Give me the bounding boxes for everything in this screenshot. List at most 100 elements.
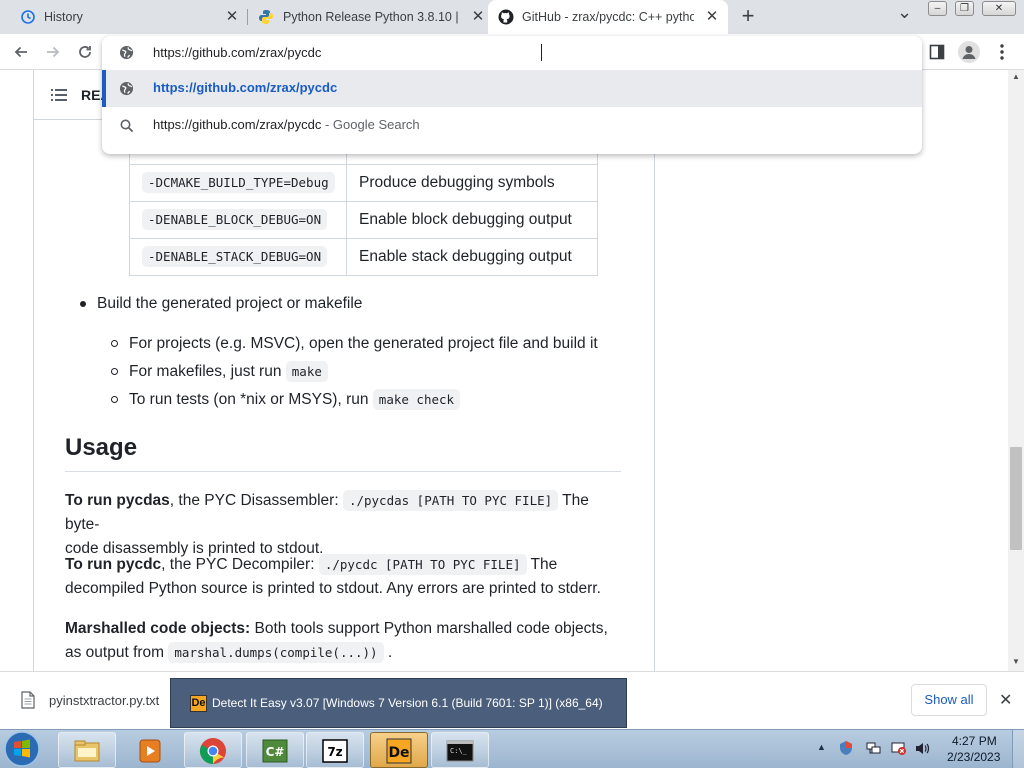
usage-heading: Usage <box>65 434 138 461</box>
bullet-icon <box>80 301 86 307</box>
tab-title: History <box>44 10 83 24</box>
pycdc-text: The <box>526 556 558 573</box>
pycdas-text: , the PYC Disassembler: <box>169 492 343 509</box>
file-icon <box>21 691 35 714</box>
scrollbar-thumb[interactable] <box>1010 447 1022 550</box>
option-code: -DENABLE_BLOCK_DEBUG=ON <box>142 209 328 230</box>
scroll-up-icon[interactable]: ▲ <box>1012 72 1020 81</box>
close-tab-icon[interactable]: ✕ <box>470 9 486 25</box>
marshalled-paragraph: Marshalled code objects: Both tools supp… <box>65 617 645 665</box>
makefiles-text: For makefiles, just run <box>129 363 286 380</box>
taskbar-chrome[interactable] <box>184 732 242 768</box>
svg-text:C:\_: C:\_ <box>450 747 468 755</box>
show-desktop-button[interactable] <box>1012 730 1024 768</box>
omnibox-suggestion[interactable]: https://github.com/zrax/pycdc - Google S… <box>102 107 922 144</box>
windows-taskbar: C# 7z De C:\_ ▲ 4:27 PM 2/23/2023 <box>0 729 1024 768</box>
pycdc-text: , the PYC Decompiler: <box>161 556 319 573</box>
pycdc-bold: To run pycdc <box>65 556 162 573</box>
window-title: Detect It Easy v3.07 [Windows 7 Version … <box>212 696 603 710</box>
projects-item: For projects (e.g. MSVC), open the gener… <box>129 335 598 352</box>
build-item: Build the generated project or makefile <box>97 295 363 312</box>
display-warning-icon[interactable] <box>891 741 907 761</box>
python-icon <box>258 9 274 25</box>
detect-it-easy-window[interactable]: De Detect It Easy v3.07 [Windows 7 Versi… <box>170 678 627 728</box>
omnibox-dropdown: https://github.com/zrax/pycdc https://gi… <box>102 36 922 154</box>
taskbar-csharp-tool[interactable]: C# <box>246 732 304 768</box>
suggestion-text: https://github.com/zrax/pycdc - Google S… <box>153 117 420 132</box>
download-item[interactable]: pyinstxtractor.py.txt <box>0 672 170 730</box>
forward-arrow-icon[interactable] <box>41 40 65 64</box>
taskbar-file-explorer[interactable] <box>58 732 116 768</box>
tray-expand-icon[interactable]: ▲ <box>817 742 826 752</box>
taskbar-command-prompt[interactable]: C:\_ <box>431 732 489 768</box>
suggestion-text: https://github.com/zrax/pycdc <box>153 80 338 95</box>
taskbar-media-player[interactable] <box>122 732 180 768</box>
reload-icon[interactable] <box>73 40 97 64</box>
action-center-icon[interactable] <box>838 740 854 761</box>
heading-divider <box>65 471 621 472</box>
network-icon[interactable] <box>866 741 882 761</box>
scroll-down-icon[interactable]: ▼ <box>1012 657 1020 666</box>
table-row: -DCMAKE_BUILD_TYPE=Debug Produce debuggi… <box>129 164 598 202</box>
close-download-bar-icon[interactable]: ✕ <box>999 690 1012 710</box>
pycdas-paragraph: To run pycdas, the PYC Disassembler: ./p… <box>65 489 625 561</box>
makefiles-item: For makefiles, just run make <box>129 360 328 384</box>
taskbar-7zip[interactable]: 7z <box>306 732 364 768</box>
search-icon <box>120 119 134 136</box>
download-file-name: pyinstxtractor.py.txt <box>49 693 160 708</box>
clock-time[interactable]: 4:27 PM <box>952 734 997 748</box>
profile-avatar[interactable] <box>958 41 980 63</box>
clock-date[interactable]: 2/23/2023 <box>947 750 1000 764</box>
inline-code: marshal.dumps(compile(...)) <box>168 642 384 663</box>
selection-indicator <box>102 70 106 107</box>
globe-icon <box>119 45 134 65</box>
tab-github[interactable]: GitHub - zrax/pycdc: C++ python ✕ <box>488 0 728 34</box>
text-cursor <box>541 44 542 61</box>
svg-text:De: De <box>388 745 409 761</box>
option-code: -DENABLE_STACK_DEBUG=ON <box>142 246 328 267</box>
pycdas-bold: To run pycdas <box>65 492 170 509</box>
start-button[interactable] <box>3 730 47 768</box>
maximize-button[interactable]: ❐ <box>955 1 974 16</box>
svg-text:7z: 7z <box>327 745 342 759</box>
option-code: -DCMAKE_BUILD_TYPE=Debug <box>142 172 335 193</box>
option-description: Enable block debugging output <box>346 201 598 239</box>
marshalled-bold: Marshalled code objects: <box>65 620 251 637</box>
tab-list-chevron-icon[interactable]: ⌄ <box>897 2 913 23</box>
inline-code: make check <box>372 389 461 410</box>
pycdc-text: decompiled Python source is printed to s… <box>65 580 601 597</box>
pycdc-paragraph: To run pycdc, the PYC Decompiler: ./pycd… <box>65 553 645 601</box>
table-row: -DENABLE_BLOCK_DEBUG=ON Enable block deb… <box>129 201 598 239</box>
inline-code: make <box>285 361 328 382</box>
bullet-icon <box>111 368 118 375</box>
globe-icon <box>119 81 134 99</box>
tab-python-release[interactable]: Python Release Python 3.8.10 | Pyt ✕ <box>248 0 488 34</box>
marshalled-text: as output from <box>65 644 169 661</box>
detect-it-easy-icon: De <box>190 695 207 712</box>
close-window-button[interactable]: ✕ <box>982 1 1016 16</box>
sidepanel-icon[interactable] <box>929 44 945 60</box>
page-scrollbar[interactable]: ▲ ▼ <box>1008 70 1024 671</box>
omnibox-suggestion[interactable]: https://github.com/zrax/pycdc <box>102 70 922 107</box>
close-tab-icon[interactable]: ✕ <box>224 9 240 25</box>
back-arrow-icon[interactable] <box>9 40 33 64</box>
svg-text:C#: C# <box>266 745 285 759</box>
volume-icon[interactable] <box>914 741 930 761</box>
option-description: Produce debugging symbols <box>346 164 598 202</box>
option-description: Enable stack debugging output <box>346 238 598 276</box>
minimize-button[interactable]: – <box>928 1 947 16</box>
address-input-text[interactable]: https://github.com/zrax/pycdc <box>153 45 321 60</box>
inline-code: ./pycdc [PATH TO PYC FILE] <box>318 554 527 575</box>
marshalled-text: Both tools support Python marshalled cod… <box>250 620 608 637</box>
taskbar-detect-it-easy[interactable]: De <box>370 732 428 768</box>
new-tab-button[interactable]: + <box>738 4 758 28</box>
menu-kebab-icon[interactable] <box>996 43 1008 61</box>
suggestion-query: https://github.com/zrax/pycdc <box>153 117 322 132</box>
close-tab-icon[interactable]: ✕ <box>704 9 720 25</box>
marshalled-text: . <box>383 644 393 661</box>
tab-history[interactable]: History ✕ <box>0 0 246 34</box>
bullet-icon <box>111 340 118 347</box>
address-bar[interactable]: https://github.com/zrax/pycdc <box>102 36 922 70</box>
inline-code: ./pycdas [PATH TO PYC FILE] <box>342 490 559 511</box>
show-all-button[interactable]: Show all <box>911 684 987 716</box>
